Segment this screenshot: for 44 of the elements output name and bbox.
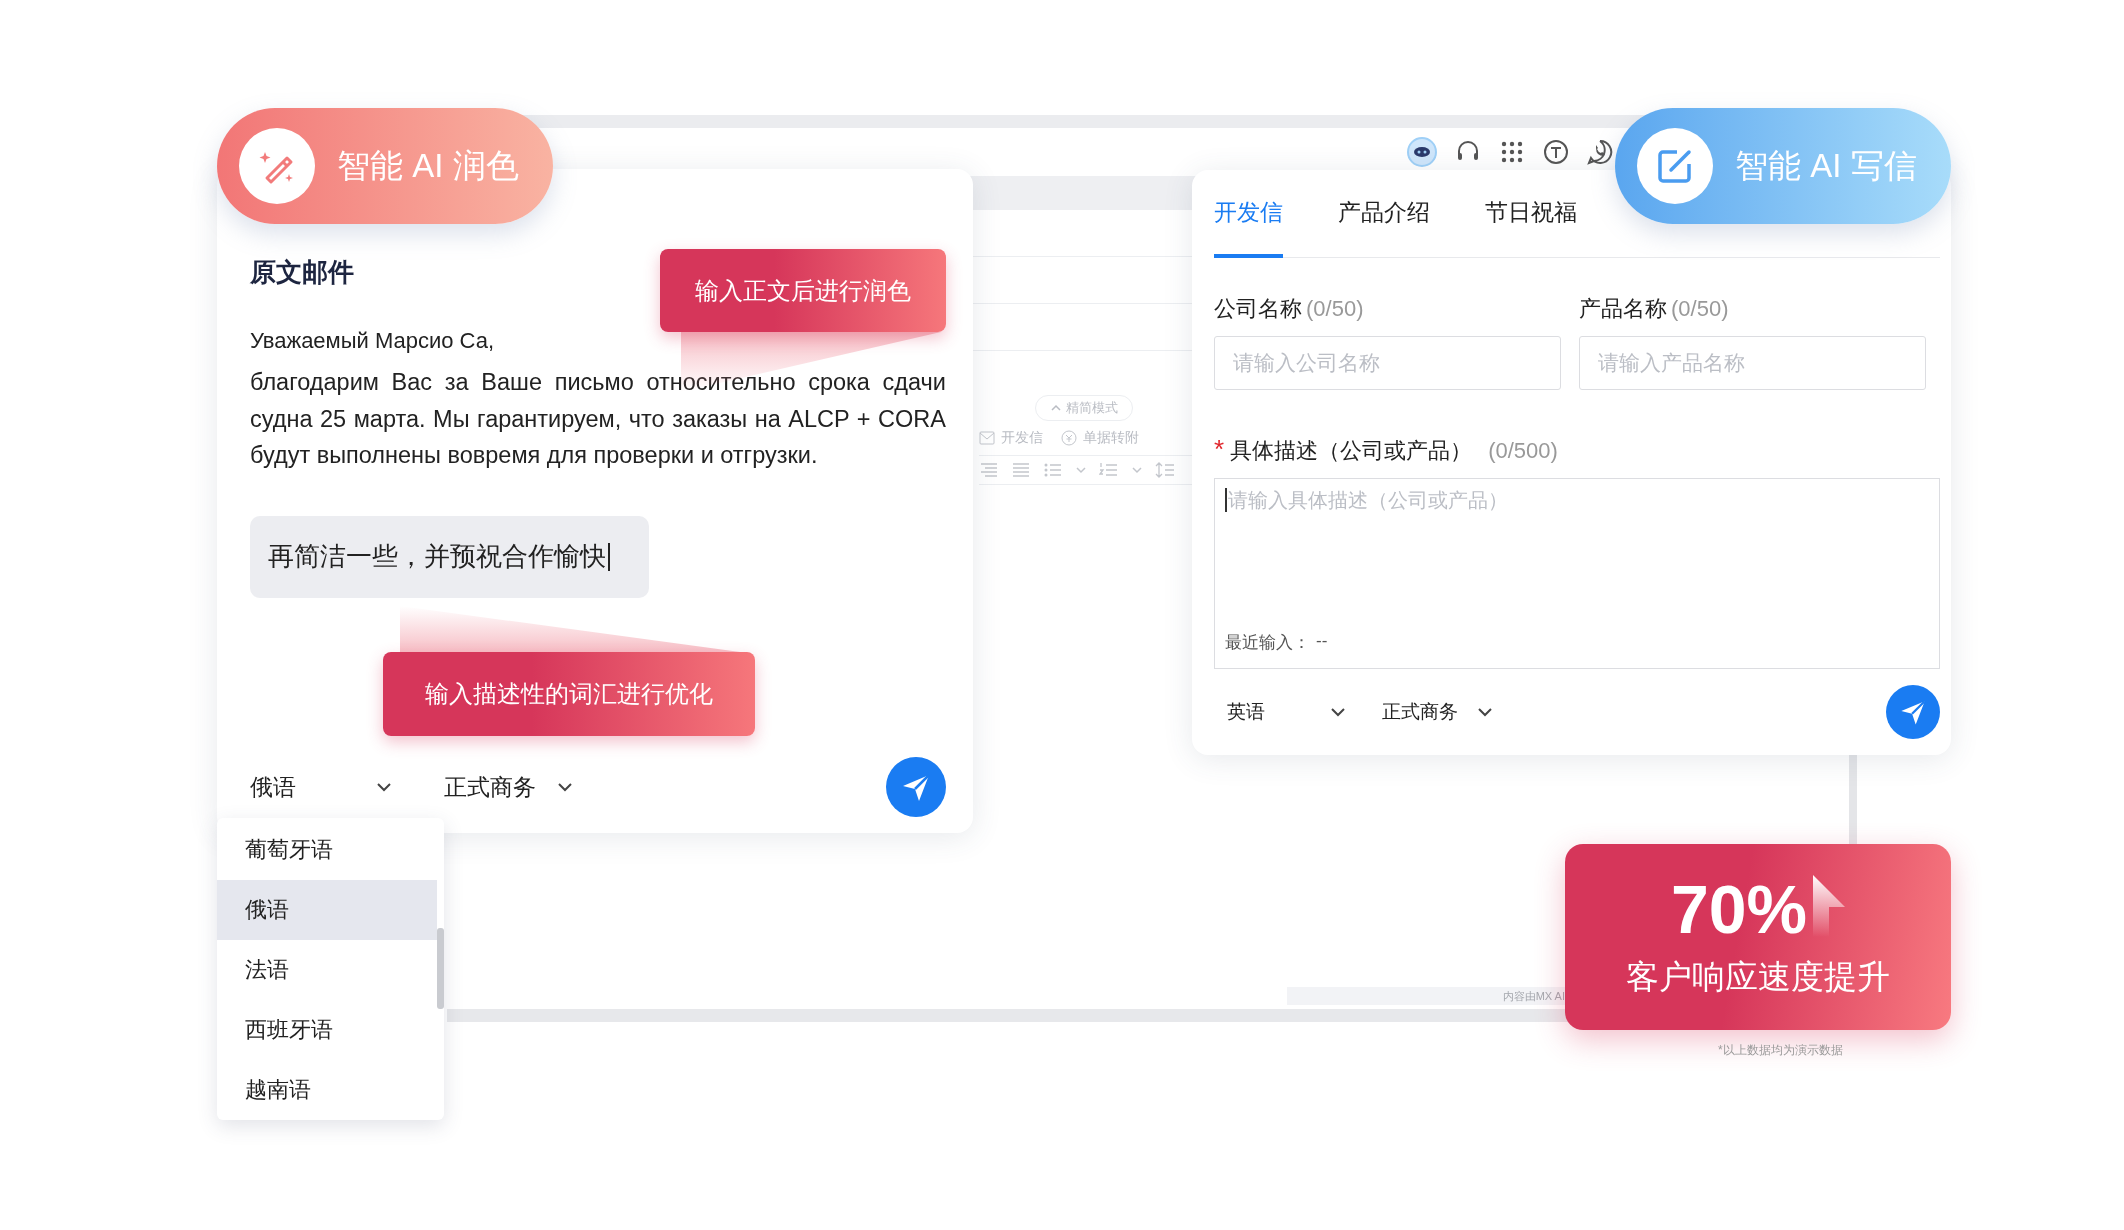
- language-select[interactable]: 俄语: [250, 771, 393, 803]
- text-cursor: [1225, 488, 1227, 512]
- tab[interactable]: 节日祝福: [1485, 196, 1577, 258]
- card-title: 原文邮件: [250, 256, 355, 289]
- field-label: 产品名称: [1579, 294, 1667, 323]
- prompt-field[interactable]: 再简洁一些，并预祝合作愉快: [250, 515, 649, 598]
- menu-item[interactable]: 葡萄牙语: [217, 820, 437, 880]
- send-button[interactable]: [886, 757, 946, 817]
- tone-select[interactable]: 正式商务: [444, 771, 574, 803]
- menu-item[interactable]: 越南语: [217, 1060, 437, 1120]
- send-button[interactable]: [1886, 685, 1940, 739]
- field-label: 具体描述（公司或产品）: [1230, 436, 1473, 465]
- email-body: благодарим Вас за Ваше письмо относительно срока сдачи судна 25 марта. Мы гарантируем, что заказы на ALCP + CORA будут выполнены вовремя для проверки и отгрузки.: [250, 368, 946, 471]
- scrollbar-thumb[interactable]: [437, 928, 444, 1009]
- input-field[interactable]: 请输入公司名称: [1214, 335, 1561, 390]
- footer-note: 内容由MX AI: [1502, 988, 1565, 1004]
- field-label: 公司名称: [1214, 294, 1302, 323]
- language-select[interactable]: 英语: [1227, 699, 1347, 725]
- recent-value: --: [1316, 630, 1328, 652]
- callout-label: 输入描述性的词汇进行优化: [383, 652, 755, 736]
- up-arrow-icon: [1813, 874, 1846, 937]
- email-greeting: Уважаемый Марсио Са,: [250, 328, 496, 354]
- menu-item[interactable]: 西班牙语: [217, 1000, 437, 1060]
- stat-value: 70%: [1670, 874, 1808, 943]
- badge-title: 智能 AI 润色: [337, 145, 519, 186]
- callout-label: 输入正文后进行润色: [660, 249, 946, 332]
- stat-caption: 客户响应速度提升: [1626, 956, 1890, 997]
- footnote: *以上数据均为演示数据: [1718, 1042, 1843, 1059]
- robot-icon[interactable]: [1406, 136, 1438, 168]
- tab[interactable]: 产品介绍: [1338, 196, 1430, 258]
- description-field[interactable]: 请输入具体描述（公司或产品） 最近输入： --: [1214, 477, 1940, 669]
- char-counter: (0/500): [1488, 437, 1558, 464]
- char-counter: (0/50): [1671, 295, 1729, 322]
- menu-item[interactable]: 俄语: [217, 880, 437, 940]
- input-field[interactable]: 请输入产品名称: [1579, 335, 1926, 390]
- text-circle-icon[interactable]: [1542, 138, 1570, 166]
- char-counter: (0/50): [1306, 295, 1364, 322]
- recent-label: 最近输入：: [1225, 631, 1310, 654]
- placeholder-text: 请输入具体描述（公司或产品）: [1228, 487, 1508, 513]
- badge-title: 智能 AI 写信: [1735, 145, 1917, 186]
- required-mark: *: [1214, 433, 1225, 465]
- menu-item[interactable]: 法语: [217, 940, 437, 1000]
- tone-select[interactable]: 正式商务: [1382, 699, 1494, 725]
- tab[interactable]: 开发信: [1214, 196, 1283, 258]
